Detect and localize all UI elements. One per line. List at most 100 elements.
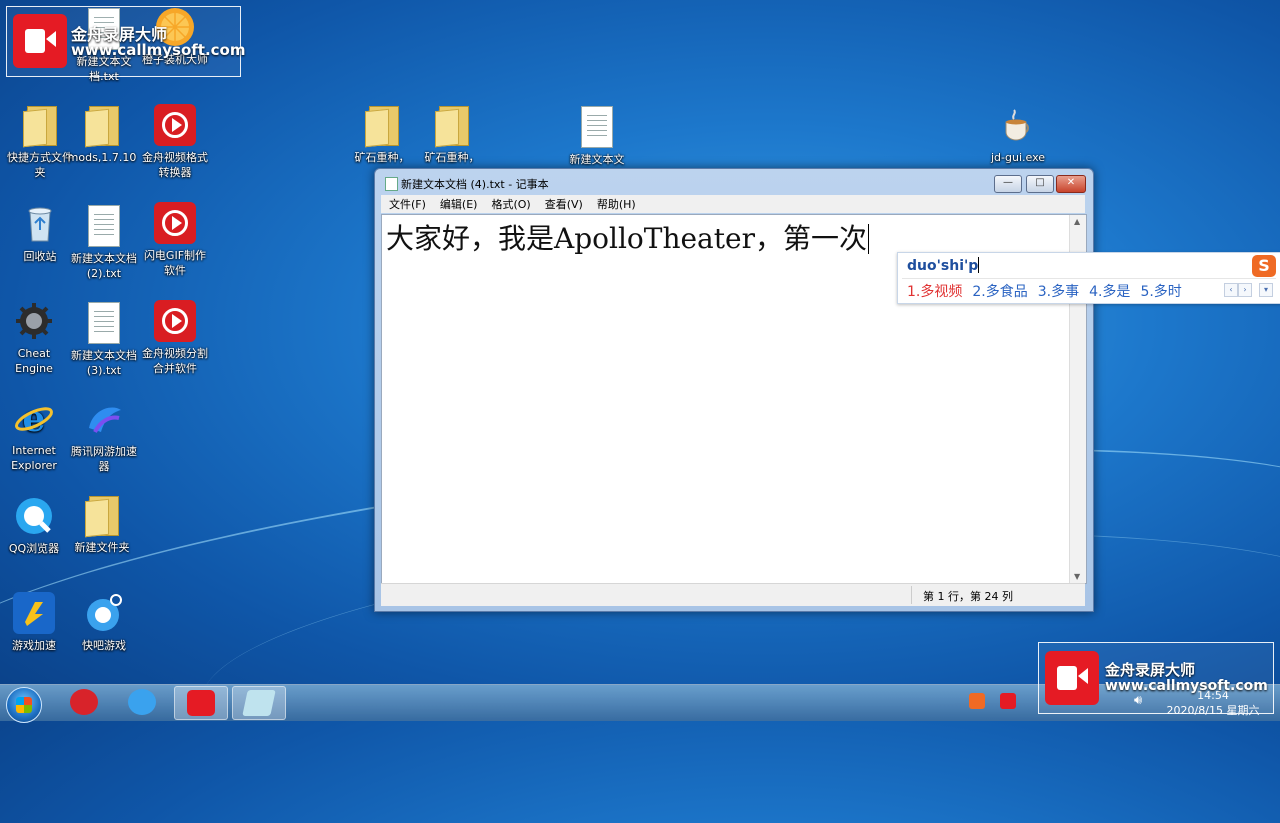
ime-next-page-icon[interactable]: › bbox=[1238, 283, 1252, 297]
ime-divider bbox=[902, 278, 1276, 279]
scroll-up-icon[interactable]: ▲ bbox=[1074, 217, 1080, 226]
ime-candidate[interactable]: 2.多食品 bbox=[972, 284, 1027, 300]
desktop-icon-label: 回收站 bbox=[23, 250, 57, 263]
recorder-logo-icon bbox=[1045, 651, 1099, 705]
desktop-icon-jd-gui[interactable]: jd-gui.exe bbox=[982, 104, 1054, 165]
desktop-icon-new-text-doc-3[interactable]: 新建文本文档 (3).txt bbox=[68, 302, 140, 378]
desktop-icon-new-text-doc-2[interactable]: 新建文本文档 (2).txt bbox=[68, 205, 140, 281]
desktop-icon-label: 金舟视频格式转换器 bbox=[142, 151, 208, 179]
recorder-logo-icon bbox=[13, 14, 67, 68]
text-file-icon bbox=[88, 205, 120, 247]
desktop-icon-label: 矿石重种， bbox=[354, 151, 410, 164]
ime-candidate-list: 1.多视频 2.多食品 3.多事 4.多是 5.多时 bbox=[907, 281, 1192, 301]
kuaiba-app-icon bbox=[128, 689, 156, 715]
folder-icon bbox=[85, 494, 119, 538]
status-bar: 第 1 行，第 24 列 bbox=[381, 583, 1085, 606]
watermark-brand: 金舟录屏大师 bbox=[1105, 661, 1196, 679]
sogou-logo-icon: S bbox=[1252, 255, 1276, 277]
desktop-icon-mods[interactable]: mods,1.7.10 bbox=[66, 104, 138, 165]
desktop-icon-video-converter[interactable]: 金舟视频格式转换器 bbox=[139, 104, 211, 180]
folder-icon bbox=[23, 104, 57, 148]
ime-candidate[interactable]: 1.多视频 bbox=[907, 284, 962, 300]
ime-candidate[interactable]: 3.多事 bbox=[1038, 284, 1079, 300]
music-app-icon bbox=[70, 689, 98, 715]
desktop-icon-label: 金舟视频分割合并软件 bbox=[142, 347, 208, 375]
qq-browser-icon bbox=[13, 495, 55, 537]
desktop-icon-video-splitter[interactable]: 金舟视频分割合并软件 bbox=[139, 300, 211, 376]
taskbar-app-kuaiba[interactable] bbox=[116, 686, 168, 718]
menu-edit[interactable]: 编辑(E) bbox=[432, 195, 484, 213]
scroll-down-icon[interactable]: ▼ bbox=[1074, 572, 1080, 581]
minimize-button[interactable]: — bbox=[994, 175, 1022, 193]
desktop-icon-kuaiba-games[interactable]: 快吧游戏 bbox=[68, 592, 140, 653]
taskbar-app-netease-music[interactable] bbox=[58, 686, 110, 718]
notepad-app-icon bbox=[385, 177, 398, 191]
ime-candidate[interactable]: 5.多时 bbox=[1140, 284, 1181, 300]
editor-text: 大家好，我是ApolloTheater，第一次 bbox=[386, 222, 867, 255]
ime-composition: duo'shi'p bbox=[907, 257, 980, 274]
folder-icon bbox=[85, 104, 119, 148]
sogou-tray-icon[interactable] bbox=[969, 693, 985, 709]
editor-content[interactable]: 大家好，我是ApolloTheater，第一次 bbox=[386, 217, 869, 257]
coffee-cup-icon bbox=[997, 104, 1039, 146]
start-button[interactable] bbox=[6, 687, 42, 723]
desktop-icon-label: 新建文本文档 (2).txt bbox=[71, 252, 137, 280]
game-accel-icon bbox=[13, 592, 55, 634]
desktop-icon-label: Internet Explorer bbox=[11, 444, 57, 472]
desktop-icon-cheat-engine[interactable]: Cheat Engine bbox=[0, 300, 70, 376]
desktop-icon-label: 游戏加速 bbox=[12, 639, 56, 652]
kuaiba-games-icon bbox=[83, 592, 125, 634]
notepad-window: 新建文本文档 (4).txt - 记事本 — □ ✕ 文件(F) 编辑(E) 格式(… bbox=[374, 168, 1094, 612]
ime-caret bbox=[978, 257, 980, 273]
video-splitter-icon bbox=[154, 300, 196, 342]
desktop-icon-label: jd-gui.exe bbox=[990, 151, 1046, 164]
text-caret bbox=[867, 224, 869, 254]
text-file-icon bbox=[581, 106, 613, 148]
desktop-icon-label: Cheat Engine bbox=[15, 347, 53, 375]
desktop-icon-new-folder[interactable]: 新建文件夹 bbox=[66, 494, 138, 555]
tencent-accel-icon bbox=[83, 398, 125, 440]
cursor-position: 第 1 行，第 24 列 bbox=[923, 590, 1013, 603]
desktop-icon-label: 闪电GIF制作软件 bbox=[143, 249, 207, 277]
desktop-icon-ore-seed-1[interactable]: 矿石重种， bbox=[346, 104, 418, 165]
ime-prev-page-icon[interactable]: ‹ bbox=[1224, 283, 1238, 297]
folder-icon bbox=[435, 104, 469, 148]
window-title: 新建文本文档 (4).txt - 记事本 bbox=[401, 178, 549, 191]
ime-candidate[interactable]: 4.多是 bbox=[1089, 284, 1130, 300]
menu-file[interactable]: 文件(F) bbox=[381, 195, 432, 213]
ime-expand-icon[interactable]: ▾ bbox=[1259, 283, 1273, 297]
folder-icon bbox=[365, 104, 399, 148]
desktop-icon-label: 腾讯网游加速器 bbox=[71, 445, 137, 473]
gif-maker-icon bbox=[154, 202, 196, 244]
menu-help[interactable]: 帮助(H) bbox=[589, 195, 642, 213]
close-button[interactable]: ✕ bbox=[1056, 175, 1086, 193]
text-file-icon bbox=[88, 302, 120, 344]
desktop-icon-label: QQ浏览器 bbox=[8, 542, 60, 555]
desktop-icon-label: 快吧游戏 bbox=[82, 639, 126, 652]
desktop-icon-recycle-bin[interactable]: 回收站 bbox=[4, 203, 76, 264]
taskbar-app-notepad[interactable] bbox=[232, 686, 286, 720]
desktop-icon-label: 矿石重种， bbox=[424, 151, 480, 164]
desktop-icon-internet-explorer[interactable]: e Internet Explorer bbox=[0, 397, 70, 473]
taskbar-app-recorder[interactable] bbox=[174, 686, 228, 720]
video-converter-icon bbox=[154, 104, 196, 146]
desktop-icon-new-text-doc-top[interactable]: 新建文本文 bbox=[561, 106, 633, 167]
menu-view[interactable]: 查看(V) bbox=[537, 195, 589, 213]
watermark-url: www.callmysoft.com bbox=[71, 41, 246, 59]
maximize-button[interactable]: □ bbox=[1026, 175, 1054, 193]
ime-candidate-panel: duo'shi'p S 1.多视频 2.多食品 3.多事 4.多是 5.多时 ‹ › ▾ bbox=[897, 252, 1280, 304]
recycle-bin-icon bbox=[19, 203, 61, 245]
recorder-app-icon bbox=[187, 690, 215, 716]
menu-format[interactable]: 格式(O) bbox=[483, 195, 536, 213]
desktop-icon-tencent-accel[interactable]: 腾讯网游加速器 bbox=[68, 398, 140, 474]
watermark-url: www.callmysoft.com bbox=[1105, 678, 1268, 694]
recorder-tray-icon[interactable] bbox=[1000, 693, 1016, 709]
internet-explorer-icon: e bbox=[13, 397, 55, 440]
desktop-icon-ore-seed-2[interactable]: 矿石重种， bbox=[416, 104, 488, 165]
desktop-icon-game-accel[interactable]: 游戏加速 bbox=[0, 592, 70, 653]
svg-text:e: e bbox=[23, 398, 46, 439]
desktop-icon-label: mods,1.7.10 bbox=[67, 151, 137, 164]
desktop-icon-qq-browser[interactable]: QQ浏览器 bbox=[0, 495, 70, 556]
menu-bar: 文件(F) 编辑(E) 格式(O) 查看(V) 帮助(H) bbox=[381, 195, 1085, 213]
desktop-icon-gif-maker[interactable]: 闪电GIF制作软件 bbox=[139, 202, 211, 278]
